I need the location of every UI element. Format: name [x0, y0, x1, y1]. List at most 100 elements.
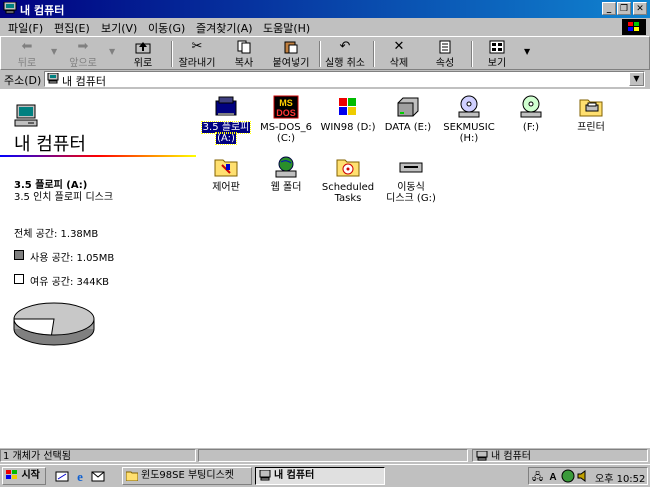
delete-label: 삭제 [389, 58, 409, 69]
address-bar: 주소(D) 내 컴퓨터 ▼ [0, 70, 650, 88]
task-my-computer-button[interactable]: 내 컴퓨터 [255, 467, 385, 485]
show-desktop-icon[interactable] [55, 469, 69, 483]
cd-drive-icon [456, 95, 482, 119]
icon-label: (F:) [522, 122, 540, 133]
restore-button[interactable]: ❐ [617, 2, 631, 15]
icon-label: 프린터 [577, 122, 605, 133]
msdos-icon: MS DOS [273, 95, 299, 119]
status-middle [198, 449, 468, 462]
properties-button[interactable]: 속성 [421, 39, 469, 69]
forward-button[interactable]: ➡ 앞으로 [59, 39, 107, 70]
undo-button[interactable]: ↶ 실행 취소 [321, 39, 369, 70]
sekmusic-h-drive[interactable]: SEKMUSIC (H:) [438, 95, 500, 144]
paste-button[interactable]: 붙여넣기 [267, 39, 315, 69]
ime-indicator-icon[interactable]: A [546, 469, 560, 483]
menu-help[interactable]: 도움말(H) [263, 20, 310, 36]
back-dropdown-icon[interactable]: ▼ [51, 47, 57, 56]
delete-button[interactable]: ✕ 삭제 [375, 39, 423, 70]
status-bar: 1 개체가 선택됨 내 컴퓨터 [0, 448, 650, 464]
menu-file[interactable]: 파일(F) [8, 20, 43, 36]
scheduled-tasks-folder[interactable]: Scheduled Tasks [317, 155, 379, 204]
address-dropdown-icon[interactable]: ▼ [629, 72, 644, 86]
svg-text:e: e [77, 469, 83, 483]
hard-drive-icon [395, 95, 421, 119]
web-folders[interactable]: 웹 폴더 [255, 155, 317, 193]
network-icon[interactable]: 🖧 [532, 470, 543, 487]
window-title: 내 컴퓨터 [20, 4, 65, 17]
computer-icon [47, 72, 59, 84]
disk-usage-pie [13, 302, 95, 346]
properties-icon [436, 40, 454, 54]
start-button[interactable]: 시작 [2, 467, 46, 485]
printer-folder-icon [578, 95, 604, 119]
task-boot-disk-label: 윈도98SE 부팅디스켓 [141, 470, 234, 481]
delete-x-icon: ✕ [393, 39, 405, 54]
cd-drive-icon [518, 95, 544, 119]
computer-icon [259, 469, 271, 481]
task-boot-disk-button[interactable]: 윈도98SE 부팅디스켓 [122, 467, 252, 485]
minimize-button[interactable]: _ [602, 2, 616, 15]
free-legend-swatch [14, 274, 24, 284]
copy-button[interactable]: 복사 [220, 39, 268, 69]
removable-disk-icon [398, 155, 424, 179]
control-panel-folder[interactable]: 제어판 [195, 155, 257, 193]
menu-favorites[interactable]: 즐겨찾기(A) [196, 20, 253, 36]
address-value: 내 컴퓨터 [62, 75, 106, 88]
printers-folder[interactable]: 프린터 [560, 95, 622, 133]
icon-label: Tasks [334, 193, 362, 204]
floppy-a-drive[interactable]: 3.5 플로피 (A:) [195, 95, 257, 145]
windows-logo-icon [622, 19, 646, 35]
undo-icon: ↶ [339, 39, 351, 54]
my-computer-icon [14, 103, 40, 129]
control-panel-icon [213, 155, 239, 179]
views-dropdown-icon[interactable]: ▼ [524, 47, 530, 56]
icon-label: Scheduled [321, 182, 375, 193]
menu-go[interactable]: 이동(G) [148, 20, 185, 36]
icon-label: 디스크 (G:) [386, 193, 436, 204]
start-label: 시작 [21, 470, 40, 481]
svg-text:MS: MS [279, 98, 293, 108]
forward-label: 앞으로 [69, 58, 97, 69]
computer-icon [476, 450, 488, 461]
back-arrow-icon: ⬅ [21, 39, 33, 54]
back-button[interactable]: ⬅ 뒤로 [3, 39, 51, 70]
task-my-computer-label: 내 컴퓨터 [274, 470, 315, 481]
close-button[interactable]: ✕ [633, 2, 647, 15]
icon-label: 3.5 플로피 [200, 121, 252, 134]
win98-d-drive[interactable]: WIN98 (D:) [317, 95, 379, 133]
drive-description: 3.5 인치 플로피 디스크 [14, 192, 114, 203]
svg-text:DOS: DOS [276, 108, 296, 118]
used-space: 사용 공간: 1.05MB [30, 253, 115, 264]
forward-dropdown-icon[interactable]: ▼ [109, 47, 115, 56]
title-bar[interactable]: 내 컴퓨터 _ ❐ ✕ [0, 0, 650, 18]
toolbar: ⬅ 뒤로 ▼ ➡ 앞으로 ▼ 위로 ✂ 잘라내기 복사 붙여넣기 ↶ 실행 취소… [0, 36, 650, 70]
clock[interactable]: 오후 10:52 [595, 470, 645, 485]
icon-label: (H:) [459, 133, 479, 144]
windows-logo-icon [6, 470, 18, 480]
properties-label: 속성 [435, 58, 455, 69]
removable-g-drive[interactable]: 이동식 디스크 (G:) [380, 155, 442, 204]
speaker-icon[interactable] [577, 469, 589, 483]
msdos-c-drive[interactable]: MS DOS MS-DOS_6 (C:) [255, 95, 317, 144]
icon-label: DATA (E:) [384, 122, 432, 133]
f-drive[interactable]: (F:) [500, 95, 562, 133]
windows-flag-icon [335, 95, 361, 119]
hangul-ime-icon[interactable] [561, 469, 575, 483]
views-icon [488, 40, 506, 54]
system-tray: 🖧 A 오후 10:52 [528, 467, 648, 485]
data-e-drive[interactable]: DATA (E:) [377, 95, 439, 133]
status-right: 내 컴퓨터 [472, 449, 648, 462]
outlook-express-icon[interactable] [91, 469, 105, 483]
views-label: 보기 [487, 58, 507, 69]
views-button[interactable]: 보기 [473, 39, 521, 69]
up-button[interactable]: 위로 [119, 39, 167, 69]
menu-edit[interactable]: 편집(E) [54, 20, 90, 36]
address-field[interactable]: 내 컴퓨터 ▼ [44, 71, 645, 88]
scissors-icon: ✂ [191, 39, 203, 54]
icon-label: WIN98 (D:) [320, 122, 376, 133]
internet-explorer-icon[interactable]: e [73, 469, 87, 484]
cut-button[interactable]: ✂ 잘라내기 [173, 39, 221, 70]
menu-view[interactable]: 보기(V) [101, 20, 137, 36]
menu-bar: 파일(F) 편집(E) 보기(V) 이동(G) 즐겨찾기(A) 도움말(H) [0, 18, 650, 36]
scheduled-tasks-icon [335, 155, 361, 179]
